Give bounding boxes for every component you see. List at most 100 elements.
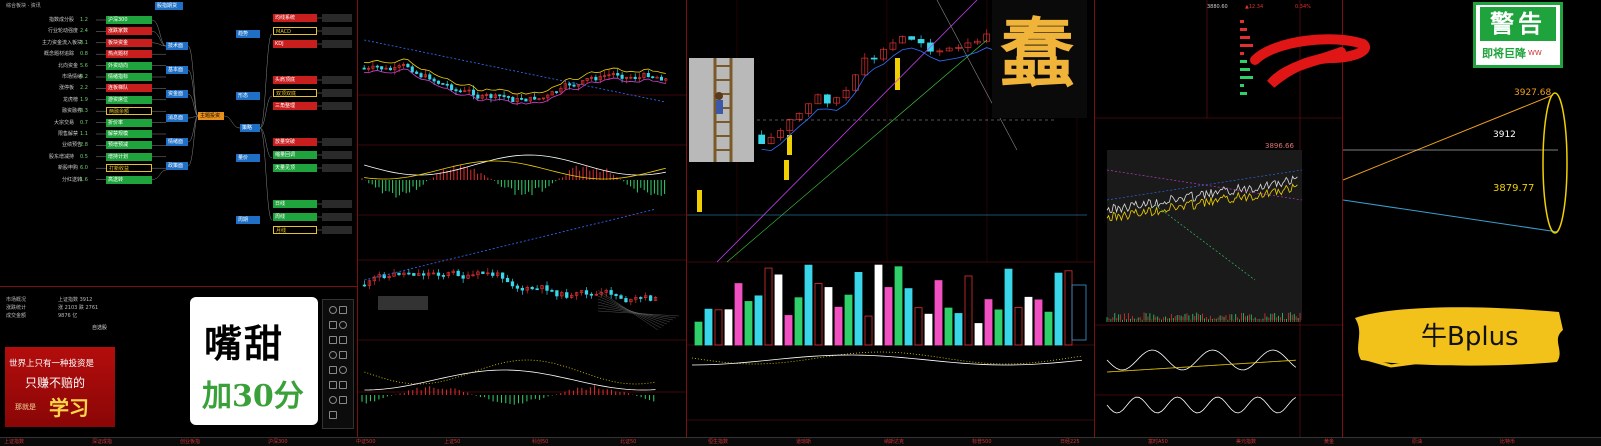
- mindmap-left-tag[interactable]: 两融余额: [106, 107, 152, 116]
- mindmap-left-tag[interactable]: 游资席位: [106, 95, 152, 104]
- mindmap-left-tag[interactable]: 热点题材: [106, 50, 152, 59]
- mindmap-mid-node[interactable]: 基本面: [166, 66, 188, 74]
- tool-icon[interactable]: [329, 306, 337, 314]
- bottom-tab[interactable]: 原油: [1412, 439, 1422, 445]
- mindmap-left-tag[interactable]: 打新收益: [106, 164, 152, 173]
- candle: [646, 70, 650, 78]
- bottom-tab[interactable]: 沪深300: [268, 439, 288, 445]
- bottom-tab[interactable]: 深证成指: [92, 439, 112, 445]
- candlestick-panel-b[interactable]: 蠢: [687, 0, 1094, 437]
- bottom-tab[interactable]: 创业板指: [180, 439, 200, 445]
- red-scribble-icon: [1250, 34, 1370, 88]
- tool-icon[interactable]: [329, 336, 337, 344]
- mindmap-group-item[interactable]: 月线: [273, 226, 317, 234]
- mindmap-left-tag[interactable]: 板块资金: [106, 38, 152, 47]
- bottom-tab[interactable]: 富时A50: [1148, 439, 1168, 445]
- candlestick-panel-a[interactable]: [358, 0, 686, 437]
- tool-icon[interactable]: [339, 396, 347, 404]
- mindmap-left-tag[interactable]: 涨跌家数: [106, 27, 152, 36]
- mindmap-left-tag[interactable]: 预增预减: [106, 141, 152, 150]
- candle: [554, 91, 559, 95]
- candlestick-chart-a[interactable]: [358, 0, 686, 437]
- mindmap-left-tag[interactable]: 增持计划: [106, 152, 152, 161]
- mindmap-group-item-extra: [322, 226, 352, 234]
- tool-icon[interactable]: [329, 321, 337, 329]
- mindmap-mid-node[interactable]: 消息面: [166, 114, 188, 122]
- mindmap-left-tag[interactable]: 外资动向: [106, 61, 152, 70]
- mindmap-hub-node[interactable]: 策略: [240, 124, 260, 132]
- projection-panel[interactable]: 3927.68 3912 3879.77 警告 即将巨降 WW 牛Bplus: [1343, 0, 1601, 437]
- tool-icon[interactable]: [339, 351, 347, 359]
- bottom-tab[interactable]: 上证指数: [4, 439, 24, 445]
- tool-icon[interactable]: [339, 321, 347, 329]
- candle: [964, 38, 972, 53]
- mindmap-group-item[interactable]: 周线: [273, 213, 317, 221]
- mindmap-group-item[interactable]: 日线: [273, 200, 317, 208]
- tool-icon[interactable]: [329, 411, 337, 419]
- tool-icon[interactable]: [339, 336, 347, 344]
- bottom-tab[interactable]: 上证50: [444, 439, 460, 445]
- mindmap-group-item[interactable]: 放量突破: [273, 138, 317, 146]
- mindmap-group-item[interactable]: MACD: [273, 27, 317, 35]
- candle: [407, 269, 411, 276]
- mindmap-group-item[interactable]: 双顶双底: [273, 89, 317, 97]
- tool-icon[interactable]: [329, 381, 337, 389]
- candle: [842, 86, 850, 101]
- bottom-tab[interactable]: 纳斯达克: [884, 439, 904, 445]
- mindmap-mid-node[interactable]: 政策面: [166, 162, 188, 170]
- mindmap-group-item[interactable]: 天量见顶: [273, 164, 317, 172]
- candle: [603, 71, 607, 80]
- candle: [431, 269, 436, 275]
- candle: [955, 44, 962, 52]
- mindmap-group-head[interactable]: 周期: [236, 216, 260, 224]
- mindmap-mid-node[interactable]: 技术面: [166, 42, 188, 50]
- mindmap-left-tag[interactable]: 连板梯队: [106, 84, 152, 93]
- tool-icon[interactable]: [339, 306, 347, 314]
- bottom-tab[interactable]: 恒生指数: [708, 439, 728, 445]
- candle: [579, 290, 584, 296]
- mindmap-mid-node[interactable]: 资金面: [166, 90, 188, 98]
- mindmap-left-tag[interactable]: 沪深300: [106, 16, 152, 24]
- mindmap-group-item[interactable]: KDJ: [273, 40, 317, 48]
- mindmap-group-item[interactable]: 三角整理: [273, 102, 317, 110]
- bottom-tab[interactable]: 黄金: [1324, 439, 1334, 445]
- tool-icon[interactable]: [339, 381, 347, 389]
- bottom-tab[interactable]: 道琼斯: [796, 439, 811, 445]
- tool-icon[interactable]: [329, 351, 337, 359]
- bottom-tab[interactable]: 比特币: [1500, 439, 1515, 445]
- candle: [664, 77, 668, 84]
- mindmap-group-head[interactable]: 形态: [236, 92, 260, 100]
- mindmap-left-tag[interactable]: 折价率: [106, 118, 152, 127]
- candle: [889, 38, 897, 52]
- mindmap-center-node[interactable]: 主题投资: [198, 112, 224, 120]
- bottom-tab[interactable]: 日经225: [1060, 439, 1080, 445]
- tool-icon[interactable]: [329, 366, 337, 374]
- bottom-tab[interactable]: 美元指数: [1236, 439, 1256, 445]
- candle: [540, 285, 544, 294]
- bottom-tab[interactable]: 北证50: [620, 439, 636, 445]
- bottom-tab[interactable]: 科创50: [532, 439, 548, 445]
- mindmap-group-item[interactable]: 头肩顶底: [273, 76, 317, 84]
- mindmap-left-tag[interactable]: 解禁规模: [106, 130, 152, 138]
- mindmap-group-head[interactable]: 量价: [236, 154, 260, 162]
- bottom-tab[interactable]: 标普500: [972, 439, 992, 445]
- candle: [515, 283, 520, 292]
- mindmap-group-item[interactable]: 缩量回调: [273, 151, 317, 159]
- mindmap-left-value: 2.8: [80, 142, 88, 149]
- mindmap-left-tag[interactable]: 高送转: [106, 175, 152, 184]
- candle: [545, 281, 549, 295]
- info-row-left: 涨跌统计: [6, 305, 27, 311]
- candle: [619, 293, 623, 299]
- bottom-tab[interactable]: 中证500: [356, 439, 376, 445]
- candle: [611, 70, 615, 79]
- mindmap-group-item[interactable]: 均线系统: [273, 14, 317, 22]
- candle: [406, 62, 410, 68]
- candle: [555, 290, 559, 300]
- macd-dif: [364, 154, 666, 176]
- mindmap-group-head[interactable]: 趋势: [236, 30, 260, 38]
- mindmap-mid-node[interactable]: 情绪面: [166, 138, 188, 146]
- mindmap-left-label: 北向资金: [57, 62, 78, 69]
- tool-icon[interactable]: [329, 396, 337, 404]
- tool-icon[interactable]: [339, 366, 347, 374]
- mindmap-left-tag[interactable]: 情绪指标: [106, 73, 152, 81]
